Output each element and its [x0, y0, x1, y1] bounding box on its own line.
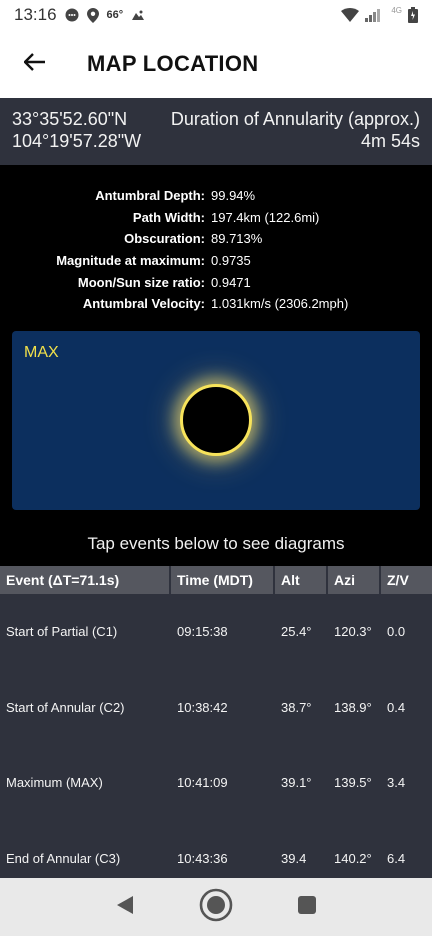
longitude-text: 104°19'57.28"W — [12, 131, 142, 151]
cell-azi: 138.9° — [334, 699, 372, 715]
eclipse-details: Antumbral Depth: 99.94% Path Width: 197.… — [0, 185, 432, 315]
detail-row: Moon/Sun size ratio: 0.9471 — [0, 271, 432, 293]
status-bar: 13:16 66° 4G — [0, 0, 432, 30]
detail-label: Magnitude at maximum: — [56, 253, 205, 269]
cell-event: Start of Partial (C1) — [6, 624, 118, 640]
detail-row: Antumbral Depth: 99.94% — [0, 185, 432, 207]
cell-event: Start of Annular (C2) — [6, 699, 125, 715]
detail-value: 197.4km (122.6mi) — [211, 209, 320, 225]
detail-value: 0.9471 — [211, 274, 251, 290]
annularity-duration: Duration of Annularity (approx.) 4m 54s — [171, 108, 420, 165]
cell-event: Maximum (MAX) — [6, 775, 103, 791]
cell-zv: 0.4 — [387, 699, 406, 715]
detail-label: Antumbral Velocity: — [82, 296, 205, 312]
table-row[interactable]: Start of Annular (C2) 10:38:42 38.7° 138… — [0, 670, 432, 746]
signal-icon — [365, 8, 385, 22]
column-header-azi: Azi — [328, 566, 381, 594]
system-nav-bar — [0, 878, 432, 936]
status-time: 13:16 — [14, 5, 57, 24]
table-header: Event (ΔT=71.1s) Time (MDT) Alt Azi Z/V — [0, 566, 432, 594]
detail-value: 99.94% — [211, 188, 256, 204]
cell-zv: 3.4 — [387, 775, 406, 791]
cell-alt: 39.1° — [281, 775, 312, 791]
nav-home-button[interactable] — [191, 882, 241, 932]
detail-label: Path Width: — [132, 209, 205, 225]
cell-alt: 25.4° — [281, 624, 312, 640]
annular-eclipse-disc — [180, 384, 252, 456]
detail-row: Magnitude at maximum: 0.9735 — [0, 250, 432, 272]
nav-back-button[interactable] — [100, 882, 150, 932]
cell-time: 10:41:09 — [177, 775, 228, 791]
detail-label: Moon/Sun size ratio: — [77, 274, 205, 290]
column-header-time: Time (MDT) — [171, 566, 275, 594]
detail-label: Antumbral Depth: — [95, 188, 205, 204]
nav-recents-button[interactable] — [282, 882, 332, 932]
status-temperature: 66° — [106, 9, 124, 21]
cell-time: 10:43:36 — [177, 850, 228, 866]
battery-icon — [408, 7, 418, 23]
column-header-event: Event (ΔT=71.1s) — [0, 566, 171, 594]
duration-label: Duration of Annularity (approx.) — [170, 109, 420, 129]
wifi-icon — [341, 8, 360, 22]
cell-azi: 140.2° — [334, 850, 372, 866]
detail-value: 1.031km/s (2306.2mph) — [211, 296, 349, 312]
diagram-phase-label: MAX — [24, 344, 59, 361]
cell-zv: 0.0 — [387, 624, 406, 640]
weather-icon — [131, 9, 145, 21]
cell-alt: 39.4 — [281, 850, 307, 866]
eclipse-diagram: MAX — [12, 331, 420, 510]
cell-time: 10:38:42 — [177, 699, 228, 715]
chat-bubble-icon — [65, 8, 79, 22]
back-button[interactable] — [0, 30, 70, 98]
table-row[interactable]: Start of Partial (C1) 09:15:38 25.4° 120… — [0, 594, 432, 670]
cell-time: 09:15:38 — [177, 624, 228, 640]
app-bar: MAP LOCATION — [0, 30, 432, 98]
detail-row: Obscuration: 89.713% — [0, 228, 432, 250]
cell-zv: 6.4 — [387, 850, 406, 866]
location-summary: 33°35'52.60"N 104°19'57.28"W Duration of… — [0, 98, 432, 165]
column-header-zv: Z/V — [387, 572, 409, 588]
table-row[interactable]: End of Annular (C3) 10:43:36 39.4 140.2°… — [0, 821, 432, 879]
back-triangle-icon — [116, 895, 134, 920]
arrow-left-icon — [23, 52, 46, 76]
latitude-text: 33°35'52.60"N — [12, 109, 128, 129]
network-type-label: 4G — [391, 5, 402, 15]
home-circle-icon — [199, 888, 233, 927]
tap-hint-text: Tap events below to see diagrams — [87, 534, 345, 553]
detail-row: Path Width: 197.4km (122.6mi) — [0, 207, 432, 229]
cell-azi: 139.5° — [334, 775, 372, 791]
recents-square-icon — [297, 895, 316, 919]
duration-value: 4m 54s — [360, 131, 420, 151]
cell-event: End of Annular (C3) — [6, 850, 121, 866]
location-pin-icon — [86, 7, 99, 23]
coordinates: 33°35'52.60"N 104°19'57.28"W — [12, 108, 141, 165]
cell-azi: 120.3° — [334, 624, 372, 640]
events-table: Event (ΔT=71.1s) Time (MDT) Alt Azi Z/V … — [0, 566, 432, 878]
table-row[interactable]: Maximum (MAX) 10:41:09 39.1° 139.5° 3.4 — [0, 745, 432, 821]
detail-row: Antumbral Velocity: 1.031km/s (2306.2mph… — [0, 293, 432, 315]
page-title: MAP LOCATION — [87, 51, 259, 76]
detail-value: 89.713% — [211, 231, 263, 247]
detail-value: 0.9735 — [211, 253, 251, 269]
detail-label: Obscuration: — [124, 231, 205, 247]
column-header-alt: Alt — [275, 566, 328, 594]
cell-alt: 38.7° — [281, 699, 312, 715]
